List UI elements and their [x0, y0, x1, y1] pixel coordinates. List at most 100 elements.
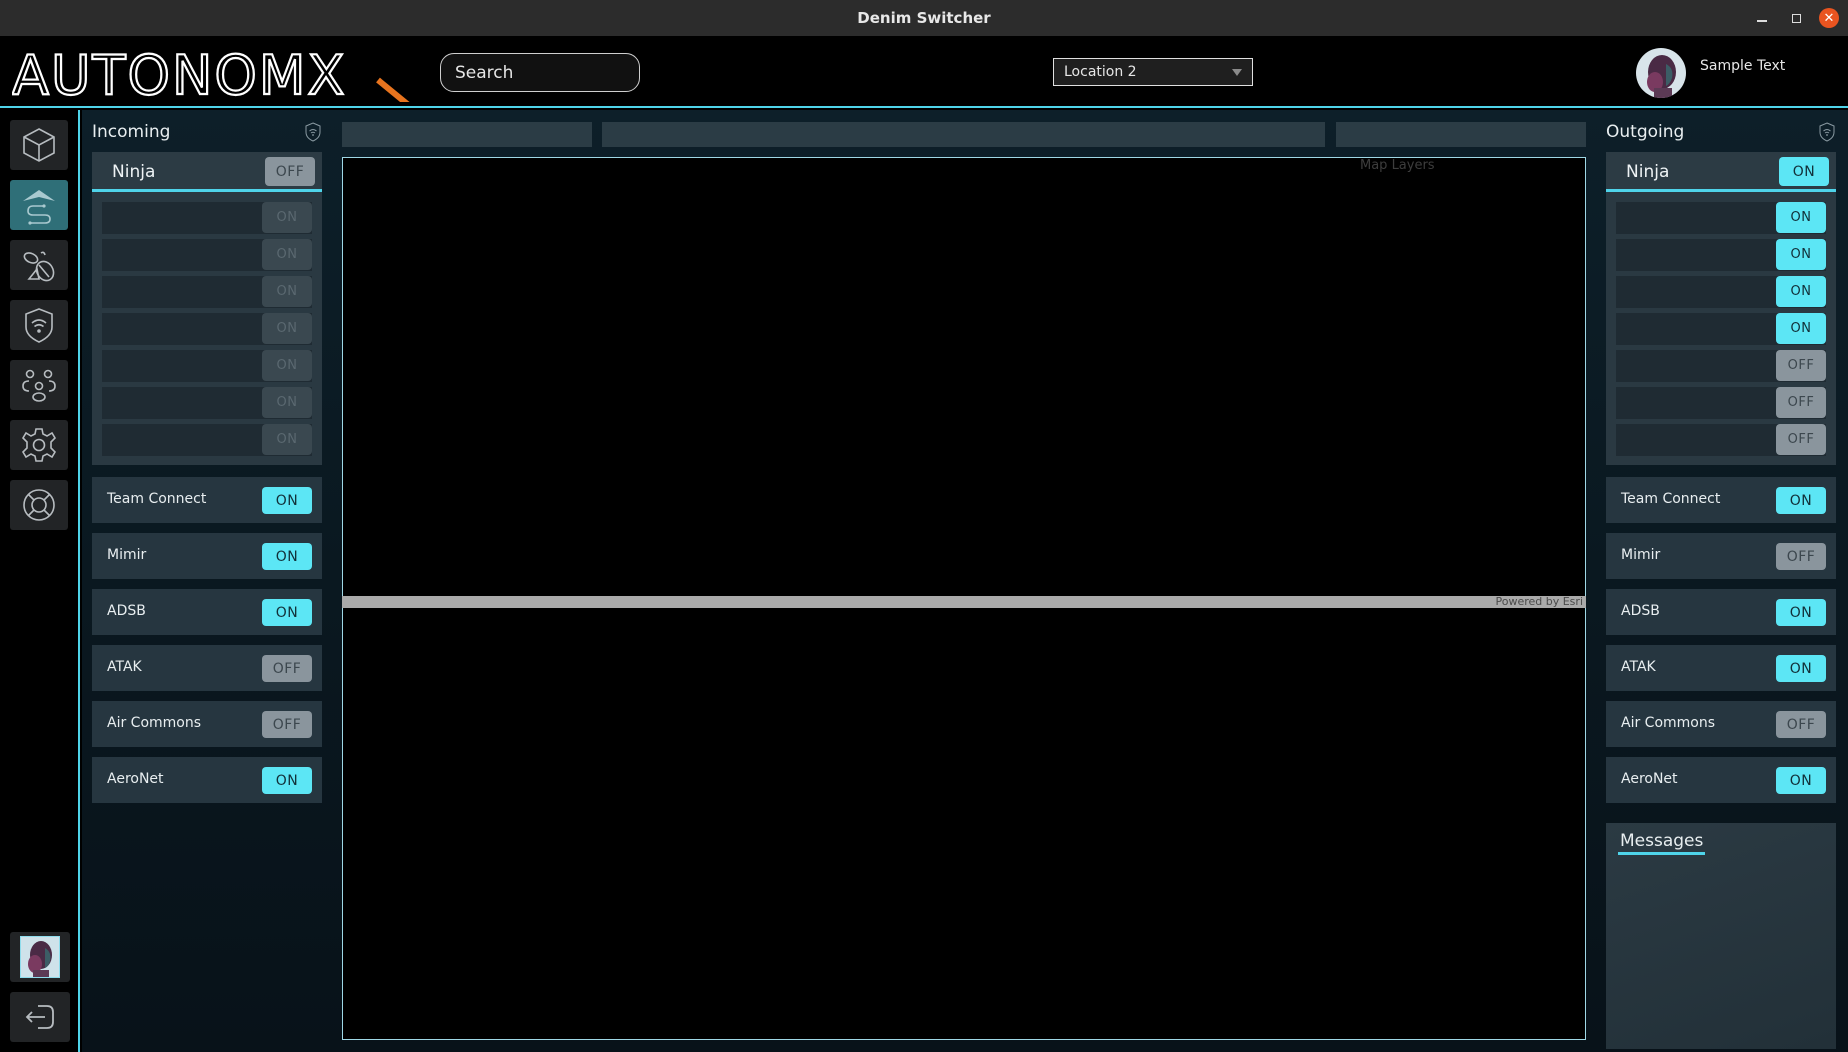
shield-wifi-icon[interactable]: [304, 122, 322, 142]
incoming-service-toggle[interactable]: ON: [262, 487, 312, 514]
outgoing-service-row: AeroNet ON: [1606, 757, 1836, 803]
outgoing-ninja-subrow: ON: [1616, 202, 1826, 234]
nav-settings-button[interactable]: [10, 420, 68, 470]
outgoing-ninja-subrow: OFF: [1616, 387, 1826, 419]
user-name: Sample Text: [1700, 58, 1786, 74]
incoming-ninja-subrow: ON: [102, 387, 312, 419]
close-button[interactable]: ✕: [1819, 8, 1839, 28]
incoming-ninja-subrow-toggle[interactable]: ON: [262, 387, 312, 418]
outgoing-ninja-header: Ninja ON: [1606, 152, 1836, 192]
outgoing-ninja-subrow: ON: [1616, 239, 1826, 271]
nav-route-button[interactable]: [10, 180, 68, 230]
incoming-service-toggle[interactable]: OFF: [262, 655, 312, 682]
outgoing-ninja-subrow-toggle[interactable]: ON: [1776, 202, 1826, 233]
incoming-service-toggle[interactable]: OFF: [262, 711, 312, 738]
messages-panel: Messages: [1606, 823, 1836, 1049]
incoming-ninja-subrow: ON: [102, 276, 312, 308]
avatar-image: [1636, 48, 1686, 98]
outgoing-service-toggle[interactable]: ON: [1776, 767, 1826, 794]
outgoing-service-label: ATAK: [1621, 659, 1656, 675]
incoming-ninja-subrow-toggle[interactable]: ON: [262, 202, 312, 233]
outgoing-ninja-subrow-toggle[interactable]: ON: [1776, 276, 1826, 307]
outgoing-service-label: Team Connect: [1621, 491, 1721, 507]
outgoing-service-label: Mimir: [1621, 547, 1661, 563]
incoming-ninja-subrow: ON: [102, 313, 312, 345]
logout-button[interactable]: [10, 992, 70, 1042]
nav-support-button[interactable]: [10, 480, 68, 530]
incoming-service-label: AeroNet: [107, 771, 164, 787]
outgoing-ninja-toggle[interactable]: ON: [1779, 157, 1829, 186]
incoming-ninja-subrow-toggle[interactable]: ON: [262, 276, 312, 307]
outgoing-service-label: ADSB: [1621, 603, 1660, 619]
map-attribution-bar: Powered by Esri: [342, 595, 1586, 608]
map-tab-3[interactable]: [1336, 122, 1586, 147]
messages-title[interactable]: Messages: [1618, 831, 1706, 855]
aircraft-route-icon: [23, 190, 55, 225]
profile-button[interactable]: [10, 932, 70, 982]
outgoing-ninja-subrow-toggle[interactable]: OFF: [1776, 387, 1826, 418]
search-input[interactable]: Search: [440, 53, 640, 92]
nav-security-button[interactable]: [10, 300, 68, 350]
outgoing-service-toggle[interactable]: OFF: [1776, 711, 1826, 738]
avatar-image: [21, 937, 59, 977]
location-select[interactable]: Location 2: [1053, 58, 1253, 86]
map-tab-1[interactable]: [342, 122, 592, 147]
outgoing-ninja-subrow: ON: [1616, 276, 1826, 308]
incoming-service-toggle[interactable]: ON: [262, 599, 312, 626]
incoming-service-label: ATAK: [107, 659, 142, 675]
map-view[interactable]: [342, 157, 1586, 597]
search-placeholder: Search: [455, 62, 514, 83]
incoming-ninja-subrow-toggle[interactable]: ON: [262, 313, 312, 344]
outgoing-service-row: ATAK ON: [1606, 645, 1836, 691]
minimize-button[interactable]: [1752, 8, 1772, 28]
outgoing-ninja-subrow-toggle[interactable]: ON: [1776, 313, 1826, 344]
incoming-service-row: AeroNet ON: [92, 757, 322, 803]
incoming-service-row: Air Commons OFF: [92, 701, 322, 747]
logo-accent-stroke: [376, 77, 410, 102]
nav-cube-button[interactable]: [10, 120, 68, 170]
team-icon: [22, 369, 56, 402]
outgoing-service-label: AeroNet: [1621, 771, 1678, 787]
incoming-service-label: Mimir: [107, 547, 147, 563]
incoming-service-label: ADSB: [107, 603, 146, 619]
user-avatar[interactable]: [1636, 48, 1686, 98]
incoming-ninja-subrow-toggle[interactable]: ON: [262, 350, 312, 381]
outgoing-service-label: Air Commons: [1621, 715, 1716, 731]
shield-wifi-icon: [25, 308, 53, 343]
outgoing-ninja-subrow: ON: [1616, 313, 1826, 345]
map-tab-2[interactable]: [602, 122, 1325, 147]
maximize-button[interactable]: [1786, 8, 1806, 28]
outgoing-service-row: ADSB ON: [1606, 589, 1836, 635]
outgoing-service-toggle[interactable]: OFF: [1776, 543, 1826, 570]
incoming-ninja-group: Ninja OFF ON ON ON ON ON ON ON: [92, 152, 322, 465]
outgoing-service-toggle[interactable]: ON: [1776, 487, 1826, 514]
incoming-service-toggle[interactable]: ON: [262, 543, 312, 570]
nav-swarm-button[interactable]: [10, 240, 68, 290]
incoming-service-row: ADSB ON: [92, 589, 322, 635]
incoming-ninja-subrow-toggle[interactable]: ON: [262, 239, 312, 270]
nav-team-button[interactable]: [10, 360, 68, 410]
map-layers-label[interactable]: Map Layers: [1360, 158, 1435, 173]
window-title: Denim Switcher: [857, 9, 991, 27]
map-lower-view[interactable]: [342, 608, 1586, 1040]
outgoing-service-row: Air Commons OFF: [1606, 701, 1836, 747]
outgoing-ninja-subrow-toggle[interactable]: OFF: [1776, 424, 1826, 455]
shield-wifi-icon[interactable]: [1818, 122, 1836, 142]
outgoing-ninja-subrow-toggle[interactable]: OFF: [1776, 350, 1826, 381]
esri-attribution: Powered by Esri: [1495, 595, 1583, 608]
bee-icon: [23, 251, 55, 282]
outgoing-ninja-group: Ninja ON ON ON ON ON OFF OFF OFF: [1606, 152, 1836, 465]
lifebuoy-icon: [23, 489, 55, 521]
gear-icon: [21, 428, 57, 462]
outgoing-ninja-subrow: OFF: [1616, 350, 1826, 382]
incoming-service-label: Air Commons: [107, 715, 202, 731]
incoming-service-toggle[interactable]: ON: [262, 767, 312, 794]
incoming-ninja-subrow-toggle[interactable]: ON: [262, 424, 312, 455]
outgoing-service-row: Mimir OFF: [1606, 533, 1836, 579]
outgoing-service-toggle[interactable]: ON: [1776, 599, 1826, 626]
user-avatar: [20, 936, 60, 978]
outgoing-ninja-label: Ninja: [1626, 162, 1670, 182]
incoming-ninja-toggle[interactable]: OFF: [265, 157, 315, 186]
outgoing-ninja-subrow-toggle[interactable]: ON: [1776, 239, 1826, 270]
outgoing-service-toggle[interactable]: ON: [1776, 655, 1826, 682]
